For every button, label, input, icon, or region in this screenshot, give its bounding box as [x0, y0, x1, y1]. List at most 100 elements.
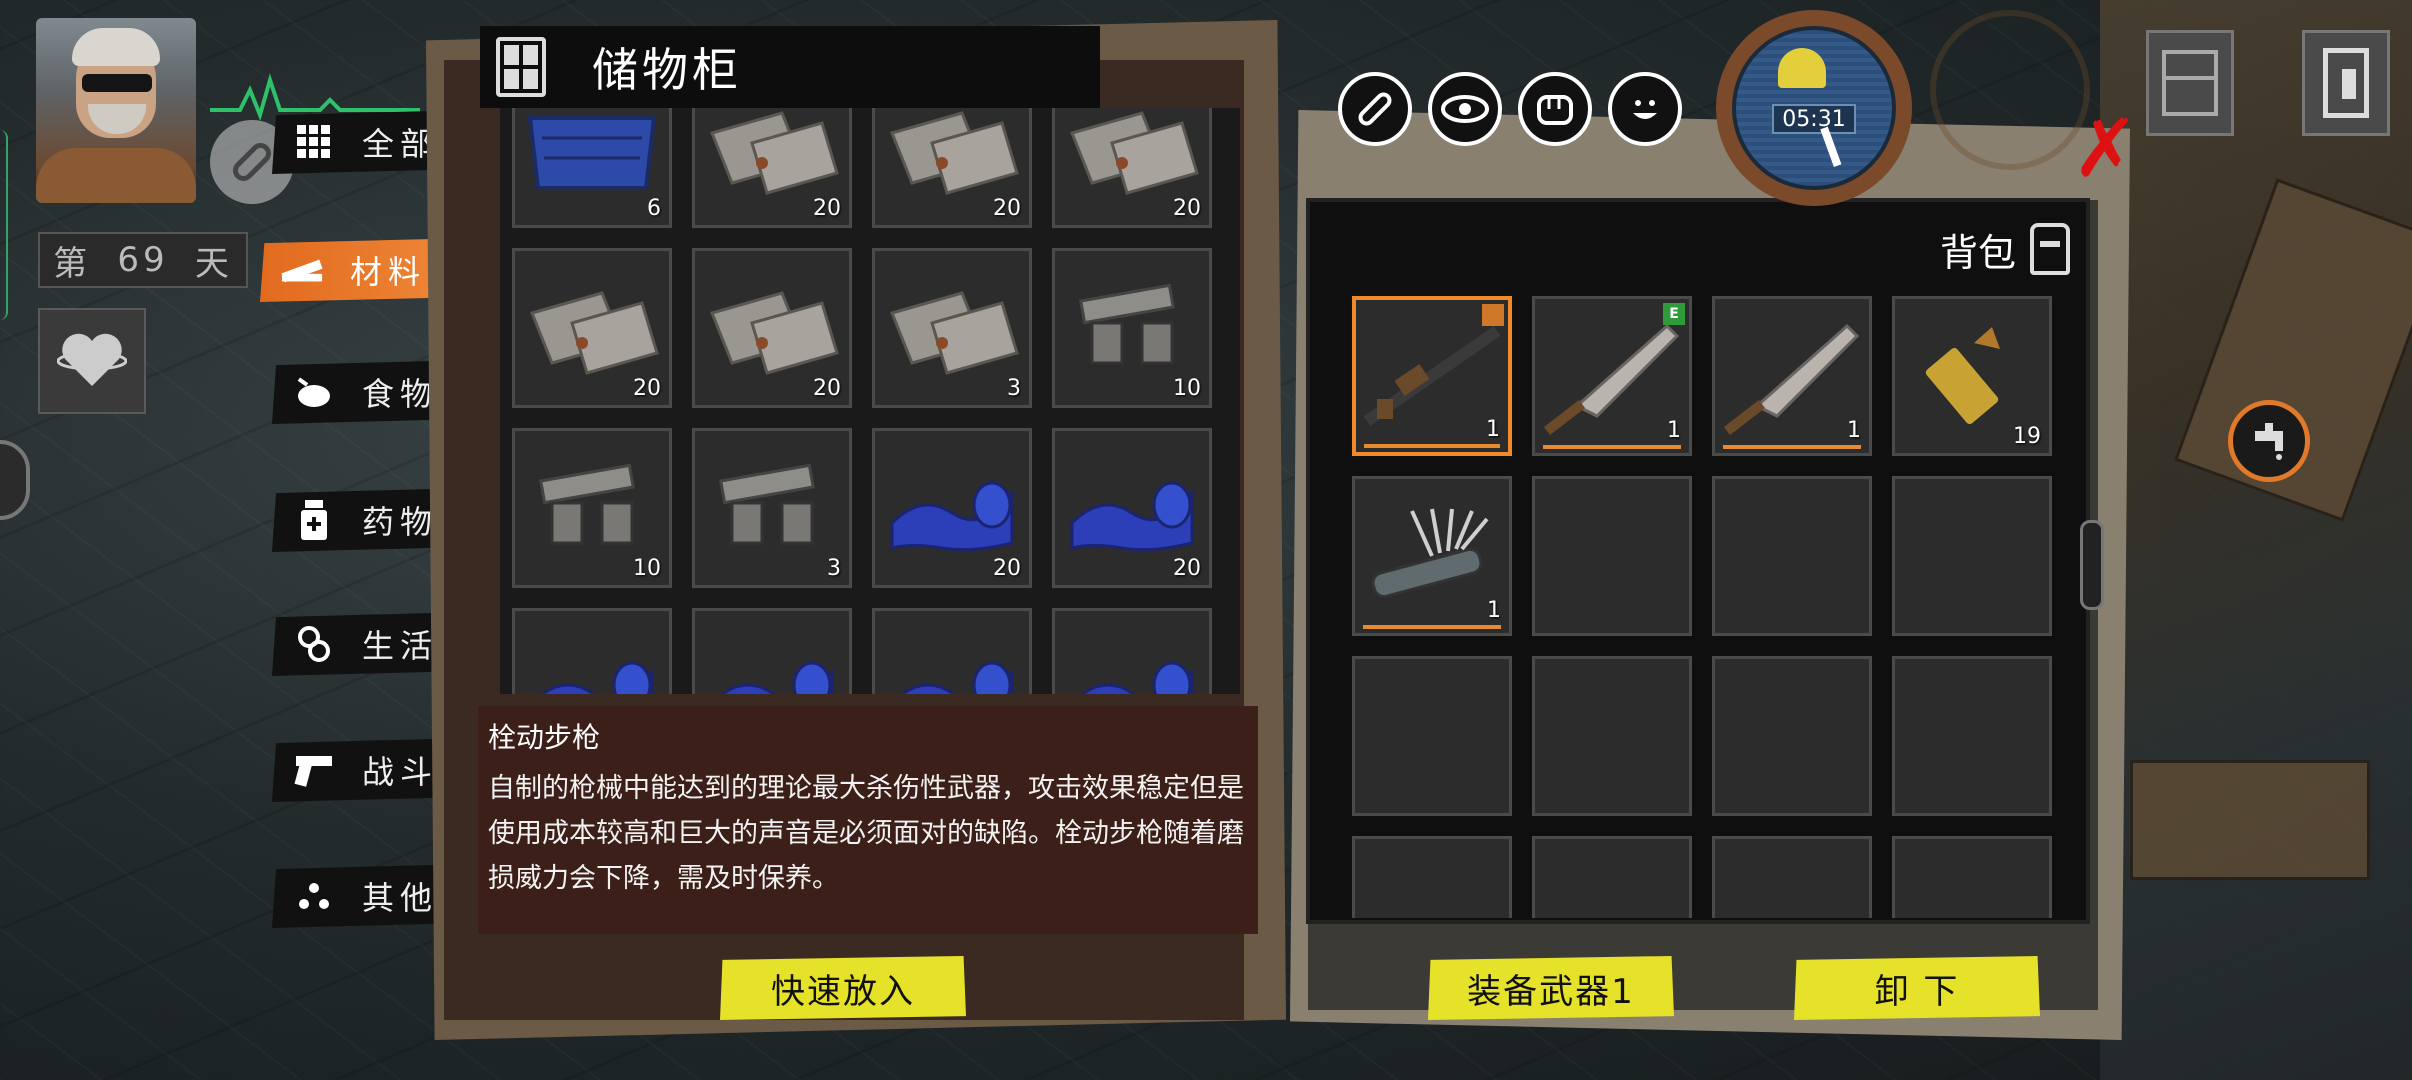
storage-grid[interactable]: 6 20 20 20 20 20 3 10 10 3 20 20 [500, 108, 1240, 694]
durability-bar [1364, 444, 1500, 448]
item-count: 20 [813, 376, 841, 401]
empty-slot[interactable] [1352, 836, 1512, 918]
lockpick-set-icon [1355, 479, 1509, 633]
exit-door-icon [2323, 48, 2369, 118]
cabinet-button[interactable] [2146, 30, 2234, 136]
durability-bar [1543, 445, 1681, 449]
storage-title: 储物柜 [592, 43, 742, 97]
empty-slot[interactable] [1532, 476, 1692, 636]
item-description-text: 自制的枪械中能达到的理论最大杀伤性武器，攻击效果稳定但是使用成本较高和巨大的声音… [488, 773, 1244, 894]
side-edge-indicator [0, 130, 8, 320]
empty-icon [1895, 659, 2049, 813]
faucet-icon[interactable] [2228, 400, 2310, 482]
metal-parts-icon [695, 431, 849, 585]
item-count: 3 [1007, 376, 1021, 401]
item-slot-blue-cloth[interactable]: 20 [872, 428, 1032, 588]
background-floor [2100, 0, 2412, 1080]
equipped-badge: E [1663, 303, 1685, 325]
tab-label: 材料 [350, 253, 427, 291]
item-slot-lockpick-set[interactable]: 1 [1352, 476, 1512, 636]
item-slot-blue-cloth[interactable] [872, 608, 1032, 694]
empty-slot[interactable] [1712, 476, 1872, 636]
scrap-metal-sheets-icon [875, 251, 1029, 405]
unequip-button[interactable]: 卸 下 [1794, 956, 2040, 1020]
empty-slot[interactable] [1352, 656, 1512, 816]
empty-slot[interactable] [1712, 836, 1872, 918]
item-slot-machete[interactable]: 1 [1712, 296, 1872, 456]
close-icon[interactable]: ✗ [2072, 102, 2139, 195]
blue-cloth-icon [695, 611, 849, 694]
item-count: 6 [647, 196, 661, 221]
item-slot-rifle-bullet[interactable]: 19 [1892, 296, 2052, 456]
backpack-header: 背包 [1330, 212, 2070, 286]
item-slot-blue-cloth[interactable]: 20 [1052, 428, 1212, 588]
blue-cloth-icon [515, 611, 669, 694]
grid-icon [292, 120, 336, 164]
empty-slot[interactable] [1892, 476, 2052, 636]
backpack-grid[interactable]: 1 E 1 1 19 1 [1352, 296, 2068, 918]
item-slot-scrap-metal-sheets[interactable]: 20 [512, 248, 672, 408]
heart-status-icon[interactable] [38, 308, 146, 414]
zipper-handle[interactable] [2080, 520, 2104, 610]
quick-store-button[interactable]: 快速放入 [720, 956, 966, 1020]
empty-icon [1715, 479, 1869, 633]
item-slot-blue-crate[interactable]: 6 [512, 108, 672, 228]
item-count: 20 [993, 196, 1021, 221]
item-count: 1 [1667, 418, 1681, 443]
item-slot-metal-parts[interactable]: 3 [692, 428, 852, 588]
day-number: 69 [117, 240, 169, 280]
secondary-clock [1930, 10, 2090, 170]
eye-icon[interactable] [1428, 72, 1502, 146]
tab-label: 食物 [362, 375, 439, 413]
item-count: 1 [1486, 417, 1500, 442]
item-slot-metal-parts[interactable]: 10 [512, 428, 672, 588]
empty-slot[interactable] [1892, 836, 2052, 918]
empty-slot[interactable] [1532, 656, 1692, 816]
day-clock: 05:31 [1716, 0, 1912, 210]
pill-icon[interactable] [1338, 72, 1412, 146]
empty-icon [1715, 839, 1869, 918]
item-slot-scrap-metal-sheets[interactable]: 20 [692, 108, 852, 228]
item-count: 20 [1173, 196, 1201, 221]
item-slot-scrap-metal-sheets[interactable]: 3 [872, 248, 1032, 408]
tab-label: 生活 [362, 627, 439, 665]
item-slot-blue-cloth[interactable] [512, 608, 672, 694]
empty-slot[interactable] [1712, 656, 1872, 816]
item-count: 20 [633, 376, 661, 401]
item-count: 10 [633, 556, 661, 581]
tab-label: 其他 [362, 879, 439, 917]
item-count: 10 [1173, 376, 1201, 401]
day-counter: 第 69 天 [38, 232, 248, 288]
blue-cloth-icon [1055, 611, 1209, 694]
item-slot-scrap-metal-sheets[interactable]: 20 [872, 108, 1032, 228]
empty-icon [1895, 839, 2049, 918]
item-count: 1 [1487, 598, 1501, 623]
empty-slot[interactable] [1532, 836, 1692, 918]
item-slot-scrap-metal-sheets[interactable]: 20 [1052, 108, 1212, 228]
durability-bar [1363, 625, 1501, 629]
item-slot-machete[interactable]: E1 [1532, 296, 1692, 456]
dots-icon [292, 874, 336, 918]
chicken-icon [292, 370, 336, 414]
blue-cloth-icon [875, 611, 1029, 694]
item-name: 栓动步枪 [488, 721, 601, 754]
character-portrait[interactable] [36, 18, 196, 203]
item-slot-blue-cloth[interactable] [692, 608, 852, 694]
equip-weapon-button[interactable]: 装备武器1 [1428, 956, 1674, 1020]
soap-icon [292, 622, 336, 666]
item-slot-blue-cloth[interactable] [1052, 608, 1212, 694]
exit-button[interactable] [2302, 30, 2390, 136]
item-slot-scrap-metal-sheets[interactable]: 20 [692, 248, 852, 408]
item-count: 3 [827, 556, 841, 581]
empty-icon [1535, 479, 1689, 633]
durability-bar [1723, 445, 1861, 449]
item-slot-metal-parts[interactable]: 10 [1052, 248, 1212, 408]
empty-icon [1535, 659, 1689, 813]
day-prefix: 第 [53, 243, 92, 284]
tab-label: 战斗 [362, 753, 439, 791]
fist-icon[interactable] [1518, 72, 1592, 146]
backpack-title: 背包 [1939, 230, 2016, 275]
empty-slot[interactable] [1892, 656, 2052, 816]
item-slot-bolt-action-rifle[interactable]: 1 [1352, 296, 1512, 456]
smile-icon[interactable] [1608, 72, 1682, 146]
